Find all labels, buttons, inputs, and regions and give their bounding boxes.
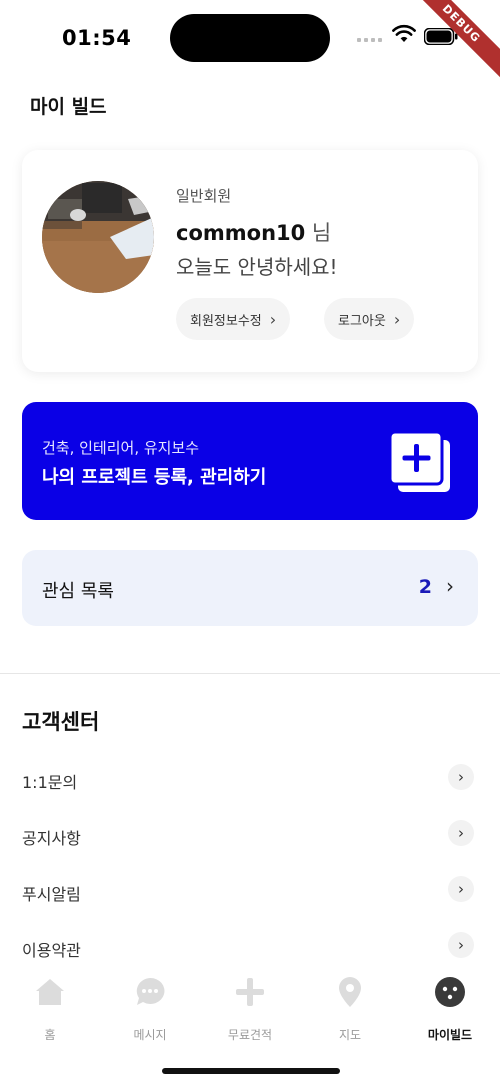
member-type: 일반회원 (176, 187, 232, 205)
wifi-icon (392, 24, 416, 42)
nav-label: 무료견적 (227, 1028, 273, 1042)
bottom-navigation: 홈 메시지 무료견적 지도 마이빌드 (0, 968, 500, 1084)
page-title: 마이 빌드 (30, 96, 107, 118)
menu-item-label: 공지사항 (22, 829, 81, 848)
dynamic-island (170, 14, 330, 62)
nav-label: 마이빌드 (427, 1028, 473, 1042)
section-divider (0, 673, 500, 674)
chevron-right-icon: › (448, 932, 474, 958)
edit-profile-label: 회원정보수정 (190, 313, 262, 329)
username: common10 (176, 221, 306, 245)
favorites-list-row[interactable]: 관심 목록 2 › (22, 550, 478, 626)
chevron-right-icon: › (446, 574, 454, 598)
status-time: 01:54 (62, 26, 132, 50)
favorites-label: 관심 목록 (42, 581, 114, 602)
avatar[interactable] (42, 181, 154, 293)
menu-item-label: 이용약관 (22, 941, 81, 960)
chevron-right-icon: › (393, 309, 401, 329)
chevron-right-icon: › (269, 309, 277, 329)
status-bar: 01:54 DEBUG (0, 0, 500, 85)
chevron-right-icon: › (448, 876, 474, 902)
honorific: 님 (305, 221, 332, 245)
edit-profile-button[interactable]: 회원정보수정 › (176, 298, 291, 340)
inquiry-row[interactable]: 1:1문의 › (22, 760, 478, 800)
map-pin-icon (339, 977, 361, 1007)
chat-icon (136, 977, 165, 1005)
favorites-count: 2 (418, 576, 432, 598)
home-icon (36, 979, 64, 1005)
nav-label: 지도 (338, 1028, 362, 1042)
menu-item-label: 푸시알림 (22, 885, 81, 904)
plus-icon (236, 978, 264, 1006)
nav-label: 메시지 (133, 1028, 167, 1042)
nav-free-estimate[interactable]: 무료견적 (200, 976, 300, 1046)
profile-card: 일반회원 common10 님 오늘도 안녕하세요! 회원정보수정 › 로그아웃… (22, 150, 478, 372)
logout-label: 로그아웃 (338, 313, 386, 329)
notice-row[interactable]: 공지사항 › (22, 816, 478, 856)
my-build-icon (435, 977, 465, 1007)
nav-my-build[interactable]: 마이빌드 (400, 976, 500, 1046)
terms-row[interactable]: 이용약관 › (22, 928, 478, 968)
greeting-name: common10 님 (176, 217, 331, 247)
nav-map[interactable]: 지도 (300, 976, 400, 1046)
project-register-banner[interactable]: 건축, 인테리어, 유지보수 나의 프로젝트 등록, 관리하기 (22, 402, 478, 520)
nav-home[interactable]: 홈 (0, 976, 100, 1046)
cellular-signal-icon (357, 36, 387, 44)
customer-center-title: 고객센터 (22, 710, 100, 734)
nav-message[interactable]: 메시지 (100, 976, 200, 1046)
add-project-icon (388, 430, 450, 492)
logout-button[interactable]: 로그아웃 › (324, 298, 415, 340)
nav-label: 홈 (44, 1028, 56, 1042)
banner-title: 나의 프로젝트 등록, 관리하기 (42, 467, 267, 488)
chevron-right-icon: › (448, 820, 474, 846)
banner-subtitle: 건축, 인테리어, 유지보수 (42, 439, 200, 457)
push-notification-row[interactable]: 푸시알림 › (22, 872, 478, 912)
greeting-message: 오늘도 안녕하세요! (176, 255, 338, 279)
home-indicator (162, 1068, 340, 1074)
chevron-right-icon: › (448, 764, 474, 790)
menu-item-label: 1:1문의 (22, 773, 78, 792)
